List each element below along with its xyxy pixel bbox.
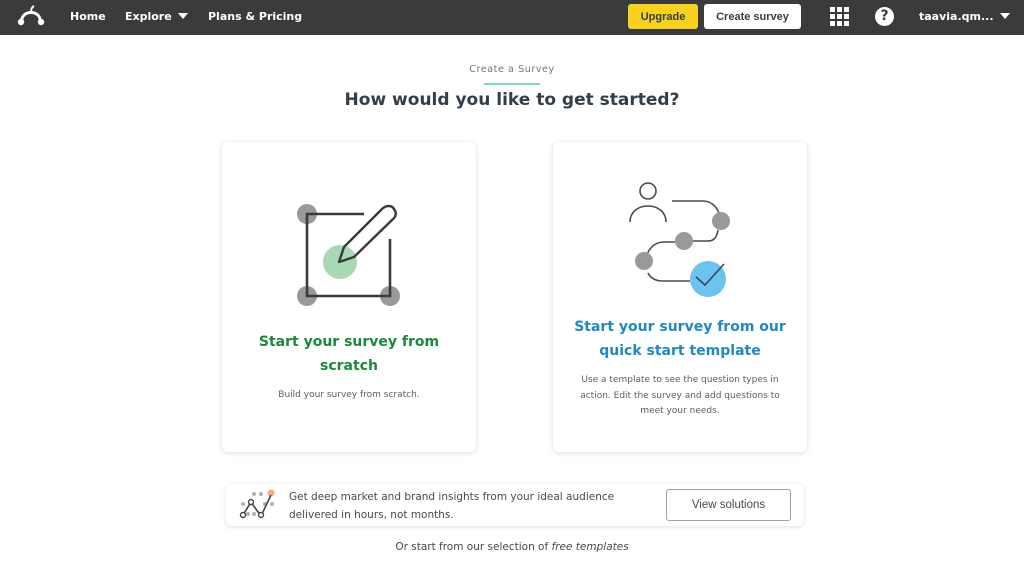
grid-icon[interactable] [830, 7, 849, 26]
insights-promo-banner: Get deep market and brand insights from … [226, 484, 804, 526]
nav-plans-pricing[interactable]: Plans & Pricing [208, 0, 302, 35]
chevron-down-icon [177, 13, 188, 19]
grid-dot [844, 21, 849, 26]
surveymonkey-logo-icon[interactable] [17, 5, 45, 29]
insights-chart-icon [239, 489, 275, 519]
grid-dot [837, 14, 842, 19]
nav-explore[interactable]: Explore [125, 0, 188, 35]
user-menu[interactable]: taavia.qm... [919, 0, 1010, 35]
grid-dot [844, 7, 849, 12]
create-survey-button[interactable]: Create survey [704, 4, 801, 29]
free-templates-line: Or start from our selection of free temp… [0, 541, 1024, 553]
grid-dot [844, 14, 849, 19]
edit-square-icon [297, 204, 400, 306]
grid-dot [837, 21, 842, 26]
card-description: Use a template to see the question types… [580, 375, 780, 416]
question-icon[interactable]: ? [875, 7, 894, 26]
card-title: Start your survey from scratch [258, 334, 440, 374]
start-from-scratch-card[interactable]: Start your survey from scratch Build you… [222, 142, 476, 452]
nav-explore-label: Explore [125, 10, 172, 23]
eyebrow-label: Create a Survey [469, 64, 555, 75]
quick-start-template-card[interactable]: Start your survey from our quick start t… [553, 142, 807, 452]
page-title: How would you like to get started? [344, 90, 680, 110]
promo-text: Get deep market and brand insights from … [289, 491, 615, 521]
eyebrow-underline [484, 83, 540, 85]
username: taavia.qm... [919, 10, 994, 23]
nav-home[interactable]: Home [70, 0, 106, 35]
top-navigation: Home Explore Plans & Pricing Upgrade Cre… [0, 0, 1024, 35]
grid-dot [837, 7, 842, 12]
grid-dot [830, 7, 835, 12]
card-description: Build your survey from scratch. [278, 390, 420, 400]
chevron-down-icon [999, 13, 1010, 19]
footer-prefix: Or start from our selection of [395, 541, 552, 553]
free-templates-link[interactable]: free templates [552, 541, 629, 553]
template-flow-icon [629, 182, 730, 297]
view-solutions-button[interactable]: View solutions [666, 489, 791, 521]
card-title: Start your survey from our quick start t… [574, 319, 786, 359]
grid-dot [830, 14, 835, 19]
grid-dot [830, 21, 835, 26]
upgrade-button[interactable]: Upgrade [628, 4, 698, 29]
